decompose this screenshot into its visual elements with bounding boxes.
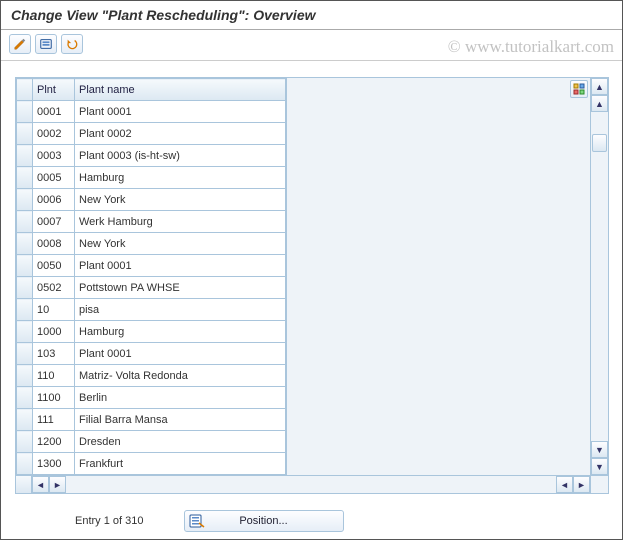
cell-plnt[interactable]: 10: [33, 299, 75, 321]
row-selector[interactable]: [17, 409, 33, 431]
scroll-thumb[interactable]: [592, 134, 607, 152]
scroll-down-button[interactable]: ▼: [591, 441, 608, 458]
undo-button[interactable]: [61, 34, 83, 54]
vertical-scrollbar[interactable]: ▲ ▲ ▼ ▼: [590, 78, 608, 475]
table-row[interactable]: 103Plant 0001: [17, 343, 286, 365]
table-row[interactable]: 0008New York: [17, 233, 286, 255]
hscroll-track-left[interactable]: [66, 476, 286, 493]
column-header-select[interactable]: [17, 79, 33, 101]
scroll-up-button-2[interactable]: ▲: [591, 95, 608, 112]
table-row[interactable]: 110Matriz- Volta Redonda: [17, 365, 286, 387]
scroll-track[interactable]: [591, 112, 608, 441]
table-row[interactable]: 0007Werk Hamburg: [17, 211, 286, 233]
row-selector[interactable]: [17, 431, 33, 453]
cell-plant-name[interactable]: Plant 0003 (is-ht-sw): [75, 145, 286, 167]
cell-plnt[interactable]: 0005: [33, 167, 75, 189]
scroll-down-button-2[interactable]: ▼: [591, 458, 608, 475]
row-selector[interactable]: [17, 321, 33, 343]
table-row[interactable]: 10pisa: [17, 299, 286, 321]
cell-plant-name[interactable]: Werk Hamburg: [75, 211, 286, 233]
cell-plnt[interactable]: 1100: [33, 387, 75, 409]
toolbar: [1, 30, 622, 61]
table-row[interactable]: 0002Plant 0002: [17, 123, 286, 145]
row-selector[interactable]: [17, 123, 33, 145]
row-selector[interactable]: [17, 211, 33, 233]
position-icon: [189, 513, 205, 529]
configure-columns-button[interactable]: [570, 80, 588, 98]
table-row[interactable]: 0502Pottstown PA WHSE: [17, 277, 286, 299]
hscroll-track-right[interactable]: [286, 476, 556, 493]
cell-plant-name[interactable]: Plant 0001: [75, 343, 286, 365]
table-blank-area: [286, 78, 590, 475]
cell-plnt[interactable]: 0003: [33, 145, 75, 167]
cell-plnt[interactable]: 0502: [33, 277, 75, 299]
table-row[interactable]: 1000Hamburg: [17, 321, 286, 343]
entry-count-label: Entry 1 of 310: [75, 515, 144, 527]
position-button[interactable]: Position...: [184, 510, 344, 532]
cell-plnt[interactable]: 0006: [33, 189, 75, 211]
cell-plant-name[interactable]: Dresden: [75, 431, 286, 453]
table-row[interactable]: 0050Plant 0001: [17, 255, 286, 277]
cell-plant-name[interactable]: Pottstown PA WHSE: [75, 277, 286, 299]
row-selector[interactable]: [17, 255, 33, 277]
cell-plant-name[interactable]: Hamburg: [75, 321, 286, 343]
hscroll-left-button[interactable]: ◄: [32, 476, 49, 493]
cell-plnt[interactable]: 0007: [33, 211, 75, 233]
cell-plnt[interactable]: 110: [33, 365, 75, 387]
cell-plant-name[interactable]: Berlin: [75, 387, 286, 409]
table-row[interactable]: 0005Hamburg: [17, 167, 286, 189]
row-selector[interactable]: [17, 233, 33, 255]
cell-plnt[interactable]: 103: [33, 343, 75, 365]
row-selector[interactable]: [17, 167, 33, 189]
table-row[interactable]: 0003Plant 0003 (is-ht-sw): [17, 145, 286, 167]
table-row[interactable]: 0006New York: [17, 189, 286, 211]
table-row[interactable]: 1300Frankfurt: [17, 453, 286, 475]
cell-plant-name[interactable]: New York: [75, 189, 286, 211]
row-selector[interactable]: [17, 101, 33, 123]
row-selector[interactable]: [17, 299, 33, 321]
row-selector[interactable]: [17, 453, 33, 475]
row-selector[interactable]: [17, 145, 33, 167]
hscroll-right-button[interactable]: ►: [49, 476, 66, 493]
table-row[interactable]: 1200Dresden: [17, 431, 286, 453]
column-header-plnt[interactable]: Plnt: [33, 79, 75, 101]
cell-plant-name[interactable]: New York: [75, 233, 286, 255]
footer: Entry 1 of 310 Position...: [15, 494, 608, 532]
cell-plnt[interactable]: 1200: [33, 431, 75, 453]
page-title: Change View "Plant Rescheduling": Overvi…: [1, 1, 622, 30]
cell-plant-name[interactable]: Frankfurt: [75, 453, 286, 475]
select-button[interactable]: [35, 34, 57, 54]
cell-plant-name[interactable]: Filial Barra Mansa: [75, 409, 286, 431]
plant-table: Plnt Plant name 0001Plant 00010002Plant …: [15, 77, 609, 494]
row-selector[interactable]: [17, 365, 33, 387]
cell-plant-name[interactable]: Plant 0002: [75, 123, 286, 145]
hscroll-left-button-2[interactable]: ◄: [556, 476, 573, 493]
row-selector[interactable]: [17, 277, 33, 299]
cell-plnt[interactable]: 0050: [33, 255, 75, 277]
cell-plnt[interactable]: 1300: [33, 453, 75, 475]
hscroll-right-button-2[interactable]: ►: [573, 476, 590, 493]
cell-plant-name[interactable]: pisa: [75, 299, 286, 321]
cell-plant-name[interactable]: Hamburg: [75, 167, 286, 189]
cell-plnt[interactable]: 111: [33, 409, 75, 431]
cell-plnt[interactable]: 0001: [33, 101, 75, 123]
row-selector[interactable]: [17, 189, 33, 211]
cell-plnt[interactable]: 1000: [33, 321, 75, 343]
table-row[interactable]: 111Filial Barra Mansa: [17, 409, 286, 431]
position-button-label: Position...: [239, 515, 287, 527]
table-row[interactable]: 0001Plant 0001: [17, 101, 286, 123]
column-header-name[interactable]: Plant name: [75, 79, 286, 101]
change-button[interactable]: [9, 34, 31, 54]
scroll-up-button[interactable]: ▲: [591, 78, 608, 95]
cell-plant-name[interactable]: Matriz- Volta Redonda: [75, 365, 286, 387]
table-row[interactable]: 1100Berlin: [17, 387, 286, 409]
cell-plant-name[interactable]: Plant 0001: [75, 255, 286, 277]
cell-plnt[interactable]: 0002: [33, 123, 75, 145]
cell-plant-name[interactable]: Plant 0001: [75, 101, 286, 123]
row-selector[interactable]: [17, 387, 33, 409]
cell-plnt[interactable]: 0008: [33, 233, 75, 255]
row-selector[interactable]: [17, 343, 33, 365]
